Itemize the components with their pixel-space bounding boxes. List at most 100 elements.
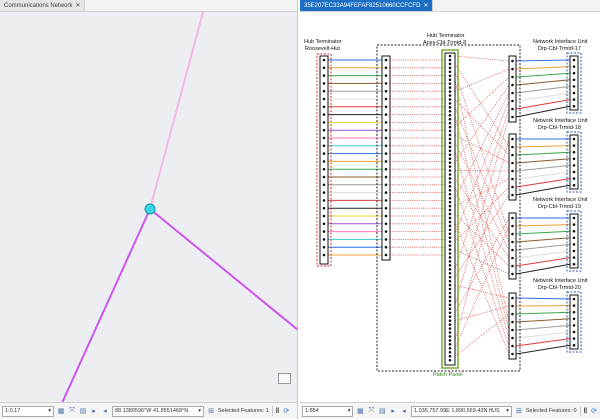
hub-terminal-port[interactable] [511,161,514,165]
scale-select[interactable]: 1:0.17 ▾ [2,405,54,417]
patch-panel-port[interactable] [448,224,452,228]
hub-left-port[interactable] [322,97,326,101]
hub-left-port[interactable] [322,152,326,155]
niu-port[interactable] [572,85,576,88]
patch-panel-port[interactable] [448,347,452,350]
patch-panel-port[interactable] [448,58,452,62]
niu-port[interactable] [572,71,576,75]
hub-left-port[interactable] [322,230,326,233]
patch-panel-port[interactable] [448,86,452,89]
niu-port[interactable] [572,223,576,226]
patch-panel-port[interactable] [448,204,452,208]
patch-panel-port[interactable] [448,177,452,180]
patch-panel-port[interactable] [448,117,452,121]
niu-port[interactable] [572,229,576,233]
patch-panel-port[interactable] [448,220,452,224]
patch-panel-port[interactable] [448,354,452,358]
niu-port[interactable] [572,65,576,68]
hub-terminal-port[interactable] [511,328,514,332]
patch-panel-port[interactable] [448,319,452,322]
hub-center-port[interactable] [384,214,388,218]
hub-center-port[interactable] [384,144,388,148]
overview-icon[interactable] [278,373,291,384]
selected-features[interactable]: Selected Features: 1 [218,408,269,414]
hub-center-port[interactable] [384,105,388,109]
niu-port[interactable] [572,262,576,266]
hub-left-port[interactable] [322,191,326,194]
patch-panel-port[interactable] [448,228,452,232]
refresh-icon[interactable]: ⟳ [590,407,598,415]
patch-panel-port[interactable] [448,169,452,172]
patch-panel-port[interactable] [448,157,452,160]
patch-panel-port[interactable] [448,256,452,259]
patch-panel-port[interactable] [448,268,452,271]
hub-terminal-port[interactable] [511,67,514,71]
patch-panel-port[interactable] [448,275,452,279]
hub-terminal-port[interactable] [511,91,514,95]
patch-panel-port[interactable] [448,323,452,326]
patch-panel-port[interactable] [448,145,452,149]
patch-panel-port[interactable] [448,90,452,93]
hub-terminal-port[interactable] [511,75,514,79]
hub-left-port[interactable] [322,121,326,124]
patch-panel-port[interactable] [448,141,452,145]
diagram-view[interactable]: Hub Terminator Roosevelt-Hut Hub Termina… [300,12,600,403]
extent-icon[interactable]: ⤧ [367,407,375,415]
niu-port[interactable] [572,343,576,347]
hub-terminal-port[interactable] [511,59,514,63]
niu-port[interactable] [572,170,576,174]
niu-port[interactable] [572,177,576,180]
patch-panel-port[interactable] [448,173,452,176]
patch-panel-port[interactable] [448,264,452,267]
niu-port[interactable] [572,324,576,327]
niu-port[interactable] [572,304,576,307]
niu-port[interactable] [572,216,576,220]
niu-18-terminal[interactable] [569,134,579,190]
patch-panel-port[interactable] [448,271,452,275]
patch-panel-port[interactable] [448,244,452,247]
patch-panel-port[interactable] [448,196,452,200]
hub-center-port[interactable] [384,82,388,85]
hub-terminal-group-2[interactable] [508,133,517,201]
patch-panel-port[interactable] [448,287,452,291]
patch-panel-port[interactable] [448,82,452,85]
niu-port[interactable] [572,150,576,154]
navigate-icon[interactable]: ◂ [400,407,408,415]
hub-center-port[interactable] [384,97,388,101]
niu-port[interactable] [572,297,576,301]
hub-terminal-port[interactable] [511,193,514,197]
hub-terminal-group-3[interactable] [508,212,517,280]
coordinates-readout[interactable]: 1,036,757.99E 1,890,569.43N ftUS ▾ [411,405,512,417]
patch-panel-port[interactable] [448,248,452,251]
patch-panel-port[interactable] [448,153,452,157]
patch-panel-port[interactable] [448,54,452,58]
niu-port[interactable] [572,330,576,334]
hub-terminal-port[interactable] [511,145,514,149]
table-icon[interactable]: ▤ [79,407,87,415]
hub-center-port[interactable] [384,245,388,249]
hub-terminal-group-1[interactable] [508,55,517,123]
hub-left-port[interactable] [322,82,326,85]
grid-icon[interactable]: ▦ [356,407,364,415]
patch-panel-port[interactable] [448,339,452,342]
niu-port[interactable] [572,310,576,314]
hub-terminal-port[interactable] [511,107,514,111]
patch-panel-port[interactable] [448,129,452,133]
niu-port[interactable] [572,78,576,82]
patch-panel-port[interactable] [448,161,452,164]
patch-panel-port[interactable] [448,236,452,239]
niu-port[interactable] [572,137,576,141]
patch-panel-port[interactable] [448,113,452,117]
hub-left-port[interactable] [322,253,326,257]
hub-center-port[interactable] [384,175,388,179]
patch-panel-port[interactable] [448,189,452,192]
patch-panel-port[interactable] [448,331,452,334]
tab-communications-network[interactable]: Communications Network ✕ [0,0,86,11]
patch-panel-port[interactable] [448,66,452,70]
hub-terminal-port[interactable] [511,232,514,236]
hub-left-port[interactable] [322,175,326,179]
patch-panel-port[interactable] [448,279,452,283]
patch-panel-port[interactable] [448,358,452,362]
patch-panel-port[interactable] [448,98,452,101]
hub-center-port[interactable] [384,191,388,194]
